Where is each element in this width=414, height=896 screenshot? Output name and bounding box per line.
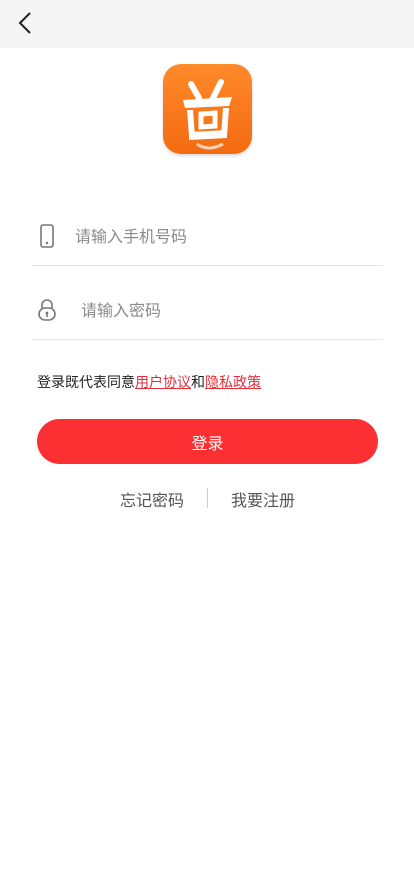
agreement-text: 登录既代表同意用户协议和隐私政策 <box>37 372 261 392</box>
top-bar <box>0 0 414 48</box>
register-link[interactable]: 我要注册 <box>231 487 295 511</box>
back-button[interactable] <box>8 6 42 40</box>
password-input[interactable] <box>81 293 361 327</box>
bottom-links: 忘记密码 我要注册 <box>0 485 414 511</box>
login-button[interactable]: 登录 <box>37 419 378 464</box>
app-logo-icon <box>183 79 232 150</box>
phone-input[interactable] <box>75 219 355 253</box>
agreement-conjunction: 和 <box>191 375 205 391</box>
password-field <box>32 280 383 340</box>
login-button-label: 登录 <box>191 433 224 453</box>
phone-icon <box>40 224 54 248</box>
chevron-left-icon <box>18 12 31 34</box>
forgot-password-link[interactable]: 忘记密码 <box>120 487 184 511</box>
privacy-policy-link[interactable]: 隐私政策 <box>205 375 261 391</box>
user-agreement-link[interactable]: 用户协议 <box>135 375 191 391</box>
app-logo <box>163 64 252 154</box>
phone-field <box>32 206 383 266</box>
lock-icon <box>38 299 56 321</box>
agreement-prefix: 登录既代表同意 <box>37 375 135 391</box>
links-divider <box>207 488 208 508</box>
